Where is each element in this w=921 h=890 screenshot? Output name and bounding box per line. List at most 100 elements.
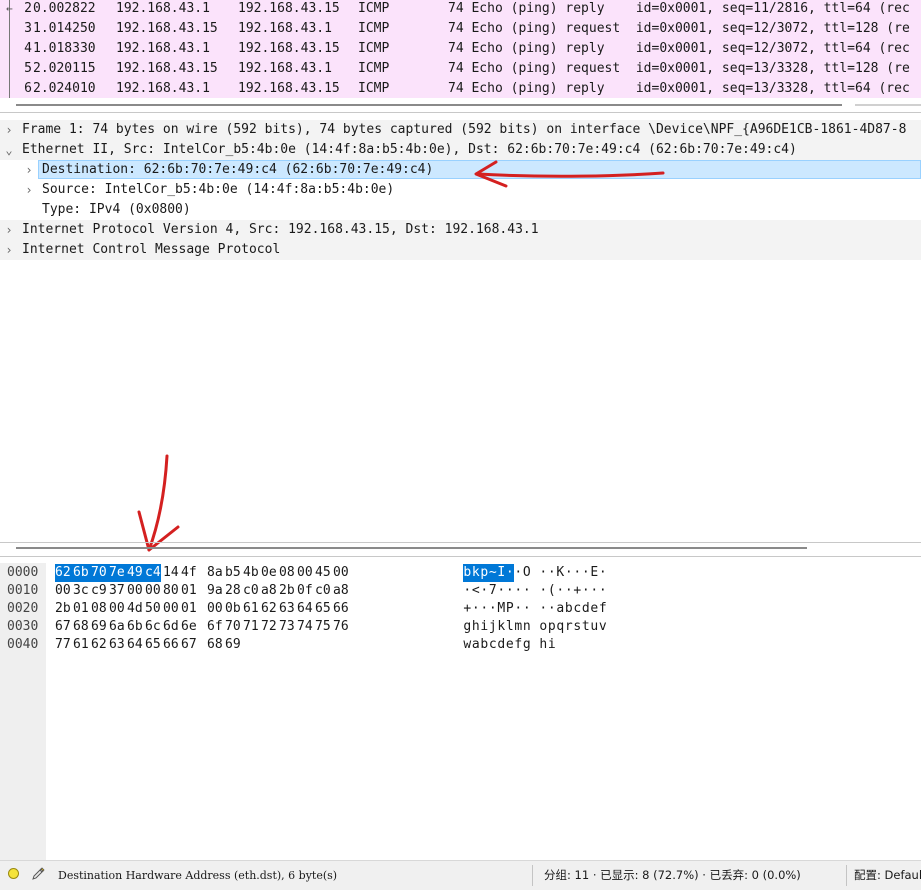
ascii-char[interactable]: e bbox=[590, 600, 599, 618]
ascii-char[interactable]: f bbox=[599, 600, 608, 618]
hex-byte[interactable]: 6a bbox=[109, 618, 125, 636]
hex-byte[interactable]: 50 bbox=[145, 600, 161, 618]
hex-byte[interactable]: 65 bbox=[145, 636, 161, 654]
profile-selector[interactable]: 配置: Default bbox=[854, 861, 921, 890]
tree-item-ip[interactable]: › Internet Protocol Version 4, Src: 192.… bbox=[0, 220, 921, 240]
hex-byte[interactable]: 01 bbox=[181, 582, 197, 600]
hex-byte[interactable]: 2b bbox=[55, 600, 71, 618]
chevron-right-icon[interactable]: › bbox=[23, 180, 35, 200]
hex-byte[interactable]: 00 bbox=[163, 600, 179, 618]
ascii-char[interactable]: a bbox=[472, 636, 481, 654]
hex-byte[interactable]: 77 bbox=[55, 636, 71, 654]
hex-byte[interactable]: c0 bbox=[315, 582, 331, 600]
ascii-char[interactable]: K bbox=[556, 564, 565, 582]
pane-divider[interactable] bbox=[0, 542, 921, 543]
ascii-char[interactable]: c bbox=[573, 600, 582, 618]
ascii-char[interactable]: · bbox=[556, 582, 565, 600]
ascii-char[interactable]: · bbox=[506, 582, 515, 600]
chevron-right-icon[interactable]: › bbox=[23, 160, 35, 180]
pane-divider[interactable] bbox=[0, 112, 921, 113]
ascii-char[interactable]: · bbox=[565, 582, 574, 600]
hex-byte[interactable]: 8a bbox=[207, 564, 223, 582]
hex-byte[interactable]: 3c bbox=[73, 582, 89, 600]
tree-item-destination[interactable]: › Destination: 62:6b:70:7e:49:c4 (62:6b:… bbox=[0, 160, 921, 180]
ascii-char[interactable]: h bbox=[472, 618, 481, 636]
ascii-char[interactable]: + bbox=[573, 582, 582, 600]
hex-byte[interactable]: c0 bbox=[243, 582, 259, 600]
hex-byte[interactable]: 49 bbox=[127, 564, 145, 582]
hex-byte[interactable]: 9a bbox=[207, 582, 223, 600]
hex-byte[interactable]: a8 bbox=[261, 582, 277, 600]
ascii-char[interactable]: c bbox=[489, 636, 498, 654]
ascii-char[interactable]: m bbox=[514, 618, 523, 636]
hex-byte[interactable]: 4f bbox=[181, 564, 197, 582]
packet-row[interactable]: 5 2.020115 192.168.43.15 192.168.43.1 ICMP 74… bbox=[0, 60, 921, 80]
ascii-char[interactable]: d bbox=[497, 636, 506, 654]
packet-list-scrollbar[interactable] bbox=[0, 98, 921, 112]
details-scrollbar-thumb[interactable] bbox=[16, 547, 807, 549]
ascii-char[interactable]: d bbox=[582, 600, 591, 618]
hex-byte[interactable]: 71 bbox=[243, 618, 259, 636]
ascii-char[interactable]: · bbox=[514, 582, 523, 600]
hex-byte[interactable]: 63 bbox=[109, 636, 125, 654]
packet-list[interactable]: ← 2 0.002822 192.168.43.1 192.168.43.15 ICMP 7… bbox=[0, 0, 921, 98]
ascii-char[interactable]: · bbox=[548, 600, 557, 618]
scrollbar-thumb[interactable] bbox=[16, 104, 842, 106]
hex-byte[interactable]: 62 bbox=[91, 636, 107, 654]
ascii-char[interactable]: k bbox=[471, 564, 480, 582]
ascii-char[interactable]: e bbox=[506, 636, 515, 654]
hex-byte[interactable]: 7e bbox=[109, 564, 127, 582]
ascii-char[interactable]: · bbox=[489, 600, 498, 618]
hex-byte[interactable]: 4b bbox=[243, 564, 259, 582]
ascii-char[interactable]: t bbox=[582, 618, 591, 636]
hex-byte[interactable]: b5 bbox=[225, 564, 241, 582]
packet-row[interactable]: 3 1.014250 192.168.43.15 192.168.43.1 ICMP 74… bbox=[0, 20, 921, 40]
hex-byte[interactable]: 67 bbox=[55, 618, 71, 636]
hex-byte[interactable]: 2b bbox=[279, 582, 295, 600]
ascii-char[interactable]: · bbox=[480, 600, 489, 618]
ascii-char[interactable]: · bbox=[539, 582, 548, 600]
hex-byte[interactable]: 0b bbox=[225, 600, 241, 618]
ascii-char[interactable]: · bbox=[548, 564, 557, 582]
tree-item-type[interactable]: Type: IPv4 (0x0800) bbox=[0, 200, 921, 220]
ascii-char[interactable]: · bbox=[599, 564, 608, 582]
hex-byte[interactable]: 28 bbox=[225, 582, 241, 600]
hex-byte[interactable]: 61 bbox=[73, 636, 89, 654]
hex-byte[interactable]: a8 bbox=[333, 582, 349, 600]
ascii-char[interactable]: · bbox=[505, 564, 514, 582]
ascii-char[interactable]: · bbox=[539, 564, 548, 582]
ascii-char[interactable]: · bbox=[573, 564, 582, 582]
ascii-char[interactable]: · bbox=[463, 582, 472, 600]
hex-row[interactable]: 0030 67 68 69 6a 6b 6c 6d 6e 6f 70 71 72 73 74 75 76 g h i j… bbox=[0, 618, 921, 636]
hex-byte[interactable]: 00 bbox=[333, 564, 349, 582]
hex-byte[interactable]: 64 bbox=[127, 636, 143, 654]
ascii-char[interactable]: O bbox=[523, 564, 532, 582]
ascii-char[interactable]: i bbox=[480, 618, 489, 636]
ascii-char[interactable]: k bbox=[497, 618, 506, 636]
ascii-char[interactable]: < bbox=[472, 582, 481, 600]
hex-byte[interactable]: 00 bbox=[297, 564, 313, 582]
ascii-char[interactable]: · bbox=[480, 582, 489, 600]
hex-byte[interactable]: 65 bbox=[315, 600, 331, 618]
ascii-char[interactable]: g bbox=[523, 636, 532, 654]
hex-byte[interactable]: 00 bbox=[127, 582, 143, 600]
ascii-char[interactable]: b bbox=[480, 636, 489, 654]
ascii-char[interactable]: r bbox=[565, 618, 574, 636]
hex-byte[interactable]: 80 bbox=[163, 582, 179, 600]
hex-byte[interactable]: c4 bbox=[145, 564, 161, 582]
ascii-char[interactable]: · bbox=[565, 564, 574, 582]
hex-byte[interactable]: 6d bbox=[163, 618, 179, 636]
ascii-char[interactable]: v bbox=[599, 618, 608, 636]
ascii-char[interactable]: h bbox=[539, 636, 548, 654]
hex-byte[interactable]: 62 bbox=[55, 564, 73, 582]
hex-byte[interactable]: 76 bbox=[333, 618, 349, 636]
hex-byte[interactable]: 63 bbox=[279, 600, 295, 618]
chevron-down-icon[interactable]: ⌄ bbox=[3, 140, 15, 160]
hex-byte[interactable]: 4d bbox=[127, 600, 143, 618]
hex-row[interactable]: 0020 2b 01 08 00 4d 50 00 01 00 0b 61 62 63 64 65 66 + · · ·… bbox=[0, 600, 921, 618]
ascii-char[interactable]: b bbox=[565, 600, 574, 618]
hex-row[interactable]: 0040 77 61 62 63 64 65 66 67 68 69 w a b c d e f g h i bbox=[0, 636, 921, 654]
edit-comment-icon[interactable] bbox=[31, 867, 45, 881]
packet-bytes-pane[interactable]: 0000 62 6b 70 7e 49 c4 14 4f 8a b5 4b 0e 08 00 45 00 b k p ~… bbox=[0, 563, 921, 860]
ascii-char[interactable]: w bbox=[463, 636, 472, 654]
